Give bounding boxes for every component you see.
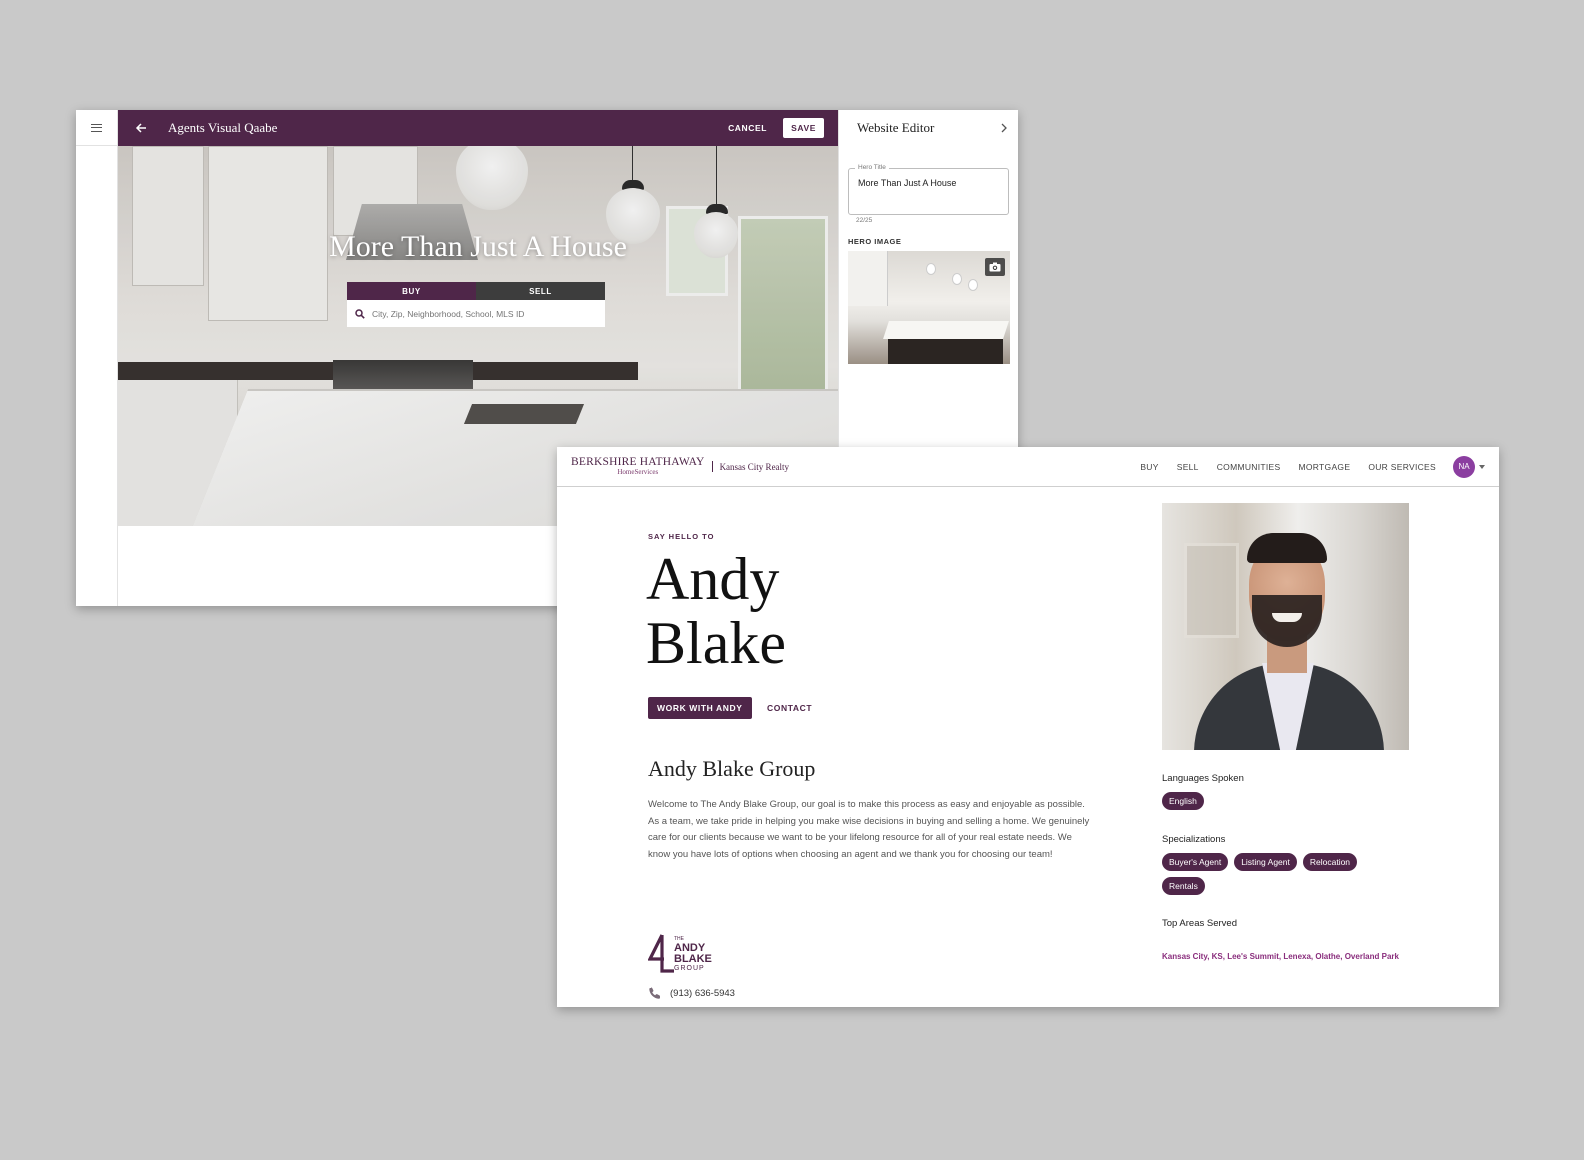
brand-city: Kansas City Realty	[719, 461, 790, 472]
tab-buy[interactable]: BUY	[347, 282, 476, 300]
specialization-chip: Listing Agent	[1234, 853, 1297, 871]
buy-sell-toggle: BUY SELL	[347, 282, 605, 300]
nav-mortgage[interactable]: MORTGAGE	[1298, 462, 1350, 472]
thumb-island-base	[888, 337, 1003, 364]
brand-mark: BERKSHIRE HATHAWAY HomeServices	[571, 456, 705, 476]
language-chip: English	[1162, 792, 1204, 810]
back-button[interactable]	[132, 119, 150, 137]
hero-image-thumbnail[interactable]	[848, 251, 1010, 364]
change-image-button[interactable]	[985, 258, 1005, 276]
phone-icon	[649, 987, 660, 999]
contact-button[interactable]: CONTACT	[767, 697, 812, 719]
group-title: Andy Blake Group	[648, 756, 816, 781]
arrow-left-icon	[135, 123, 146, 133]
thumb-pendant	[952, 273, 962, 285]
phone-number: (913) 636-5943	[670, 987, 735, 999]
areas-served: Kansas City, KS, Lee's Summit, Lenexa, O…	[1162, 952, 1399, 961]
brand-divider	[711, 461, 713, 472]
work-with-button[interactable]: WORK WITH ANDY	[648, 697, 752, 719]
tab-sell[interactable]: SELL	[476, 282, 605, 300]
thumb-pendant	[926, 263, 936, 275]
photo-hair	[1247, 533, 1327, 563]
nav-sell[interactable]: SELL	[1177, 462, 1199, 472]
chevron-right-icon	[1001, 123, 1007, 133]
collapse-button[interactable]	[1000, 120, 1008, 136]
cancel-button[interactable]: CANCEL	[728, 123, 767, 133]
specialization-chip: Relocation	[1302, 853, 1358, 871]
left-rail	[76, 110, 118, 606]
caret-down-icon[interactable]	[1479, 464, 1485, 469]
group-logo: THE ANDY BLAKE GROUP	[647, 933, 718, 973]
panel-header: Website Editor	[839, 110, 1018, 146]
brand-name: BERKSHIRE HATHAWAY	[571, 456, 705, 468]
nav-our-services[interactable]: OUR SERVICES	[1368, 462, 1436, 472]
photo-smile	[1272, 613, 1302, 622]
specializations-label: Specializations	[1162, 834, 1226, 845]
search-icon	[355, 308, 365, 319]
panel-title: Website Editor	[857, 120, 935, 135]
nav-communities[interactable]: COMMUNITIES	[1217, 462, 1281, 472]
menu-button[interactable]	[76, 110, 117, 146]
nav-buy[interactable]: BUY	[1140, 462, 1158, 472]
char-counter: 22/25	[856, 217, 873, 224]
nav-links: BUY SELL COMMUNITIES MORTGAGE OUR SERVIC…	[1122, 455, 1485, 478]
thumb-cabinet	[848, 251, 888, 306]
brand-logo[interactable]: BERKSHIRE HATHAWAY HomeServices Kansas C…	[571, 456, 790, 476]
editor-title: Agents Visual Qaabe	[168, 120, 278, 135]
phone-link[interactable]: (913) 636-5943	[648, 986, 735, 1000]
hamburger-icon	[91, 123, 102, 132]
search-field[interactable]	[347, 300, 605, 327]
bio-text: Welcome to The Andy Blake Group, our goa…	[648, 799, 1090, 860]
agent-last-name: Blake	[646, 610, 786, 676]
camera-icon	[989, 262, 1001, 272]
languages-label: Languages Spoken	[1162, 773, 1244, 784]
hero-image-label: HERO IMAGE	[848, 237, 902, 246]
logo-line2: BLAKE	[674, 953, 712, 965]
user-avatar[interactable]: NA	[1453, 455, 1475, 478]
group-logo-mark: THE ANDY BLAKE GROUP	[647, 934, 712, 973]
thumb-pendant	[968, 279, 978, 291]
agent-photo	[1162, 503, 1409, 750]
agent-first-name: Andy	[646, 546, 780, 612]
editor-toolbar: Agents Visual Qaabe CANCEL SAVE	[118, 110, 838, 146]
hero-search: BUY SELL	[347, 282, 605, 327]
site-navbar: BERKSHIRE HATHAWAY HomeServices Kansas C…	[557, 447, 1499, 487]
specialization-chip: Buyer's Agent	[1162, 853, 1229, 871]
languages-chips: English	[1162, 792, 1382, 816]
agent-site-window: BERKSHIRE HATHAWAY HomeServices Kansas C…	[557, 447, 1499, 1007]
logo-line3: GROUP	[674, 965, 705, 972]
hero-title-label: Hero Title	[855, 164, 889, 171]
thumb-island	[883, 321, 1009, 339]
areas-label: Top Areas Served	[1162, 918, 1237, 929]
brand-sub: HomeServices	[617, 468, 659, 476]
specialization-chip: Rentals	[1162, 877, 1205, 895]
hero-title-field[interactable]: Hero Title	[848, 164, 1009, 215]
hero-title-input[interactable]	[858, 178, 998, 188]
hero-title: More Than Just A House	[329, 230, 627, 263]
say-hello-eyebrow: SAY HELLO TO	[648, 532, 715, 541]
photo-background-frame	[1184, 543, 1239, 638]
search-input[interactable]	[372, 308, 582, 319]
save-button[interactable]: SAVE	[783, 118, 824, 138]
specializations-chips: Buyer's Agent Listing Agent Relocation R…	[1162, 853, 1382, 901]
agent-name: Andy Blake	[646, 547, 786, 675]
